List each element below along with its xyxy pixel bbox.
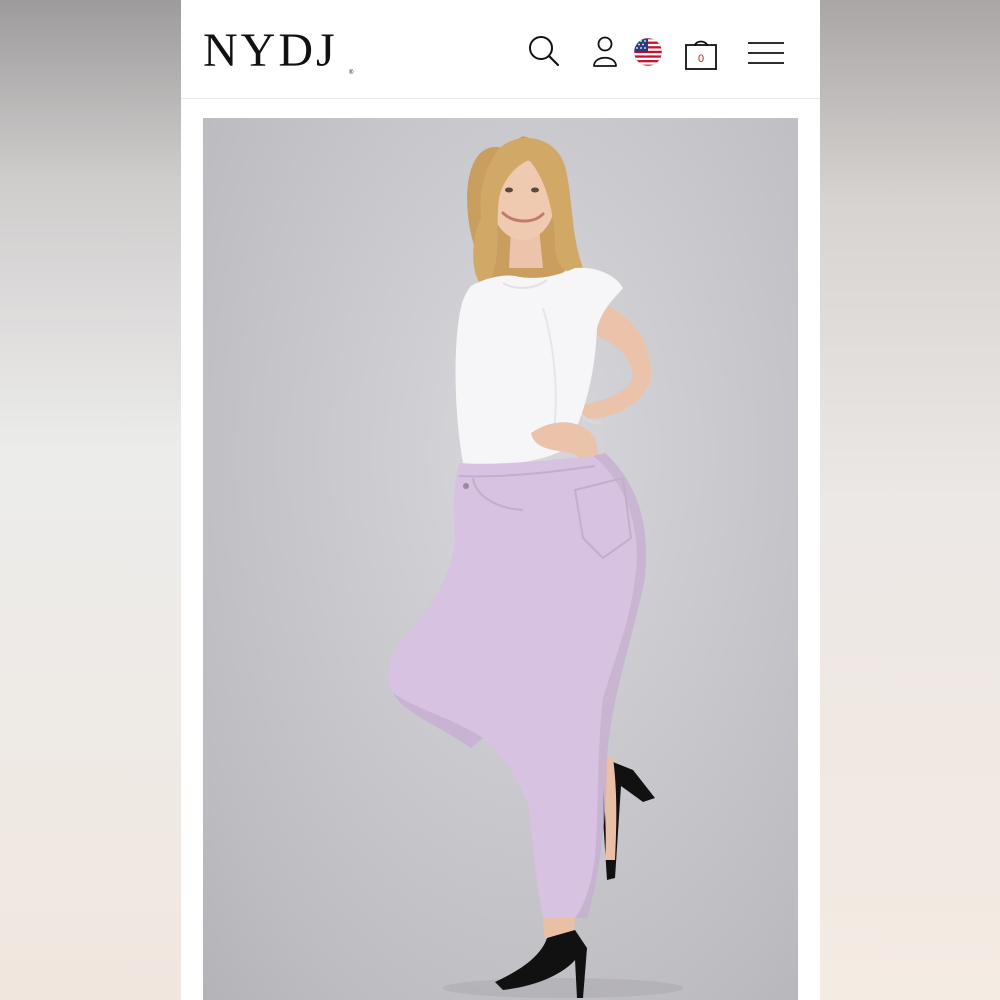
brand-logo[interactable]: NYDJ: [203, 24, 338, 78]
product-hero-image[interactable]: [203, 118, 798, 1000]
background-blur-right: [820, 0, 1000, 1000]
site-header: NYDJ ® 0: [181, 0, 820, 99]
background-blur-left: [0, 0, 181, 1000]
logo-registered-mark: ®: [349, 70, 354, 76]
search-icon[interactable]: [526, 33, 562, 69]
account-icon[interactable]: [591, 33, 619, 69]
page-frame: NYDJ ® 0: [181, 0, 820, 1000]
model-illustration: [388, 136, 683, 998]
menu-icon[interactable]: [747, 40, 785, 66]
us-flag-icon[interactable]: [633, 37, 663, 67]
bag-count: 0: [698, 53, 704, 65]
shopping-bag-icon[interactable]: 0: [683, 36, 719, 72]
